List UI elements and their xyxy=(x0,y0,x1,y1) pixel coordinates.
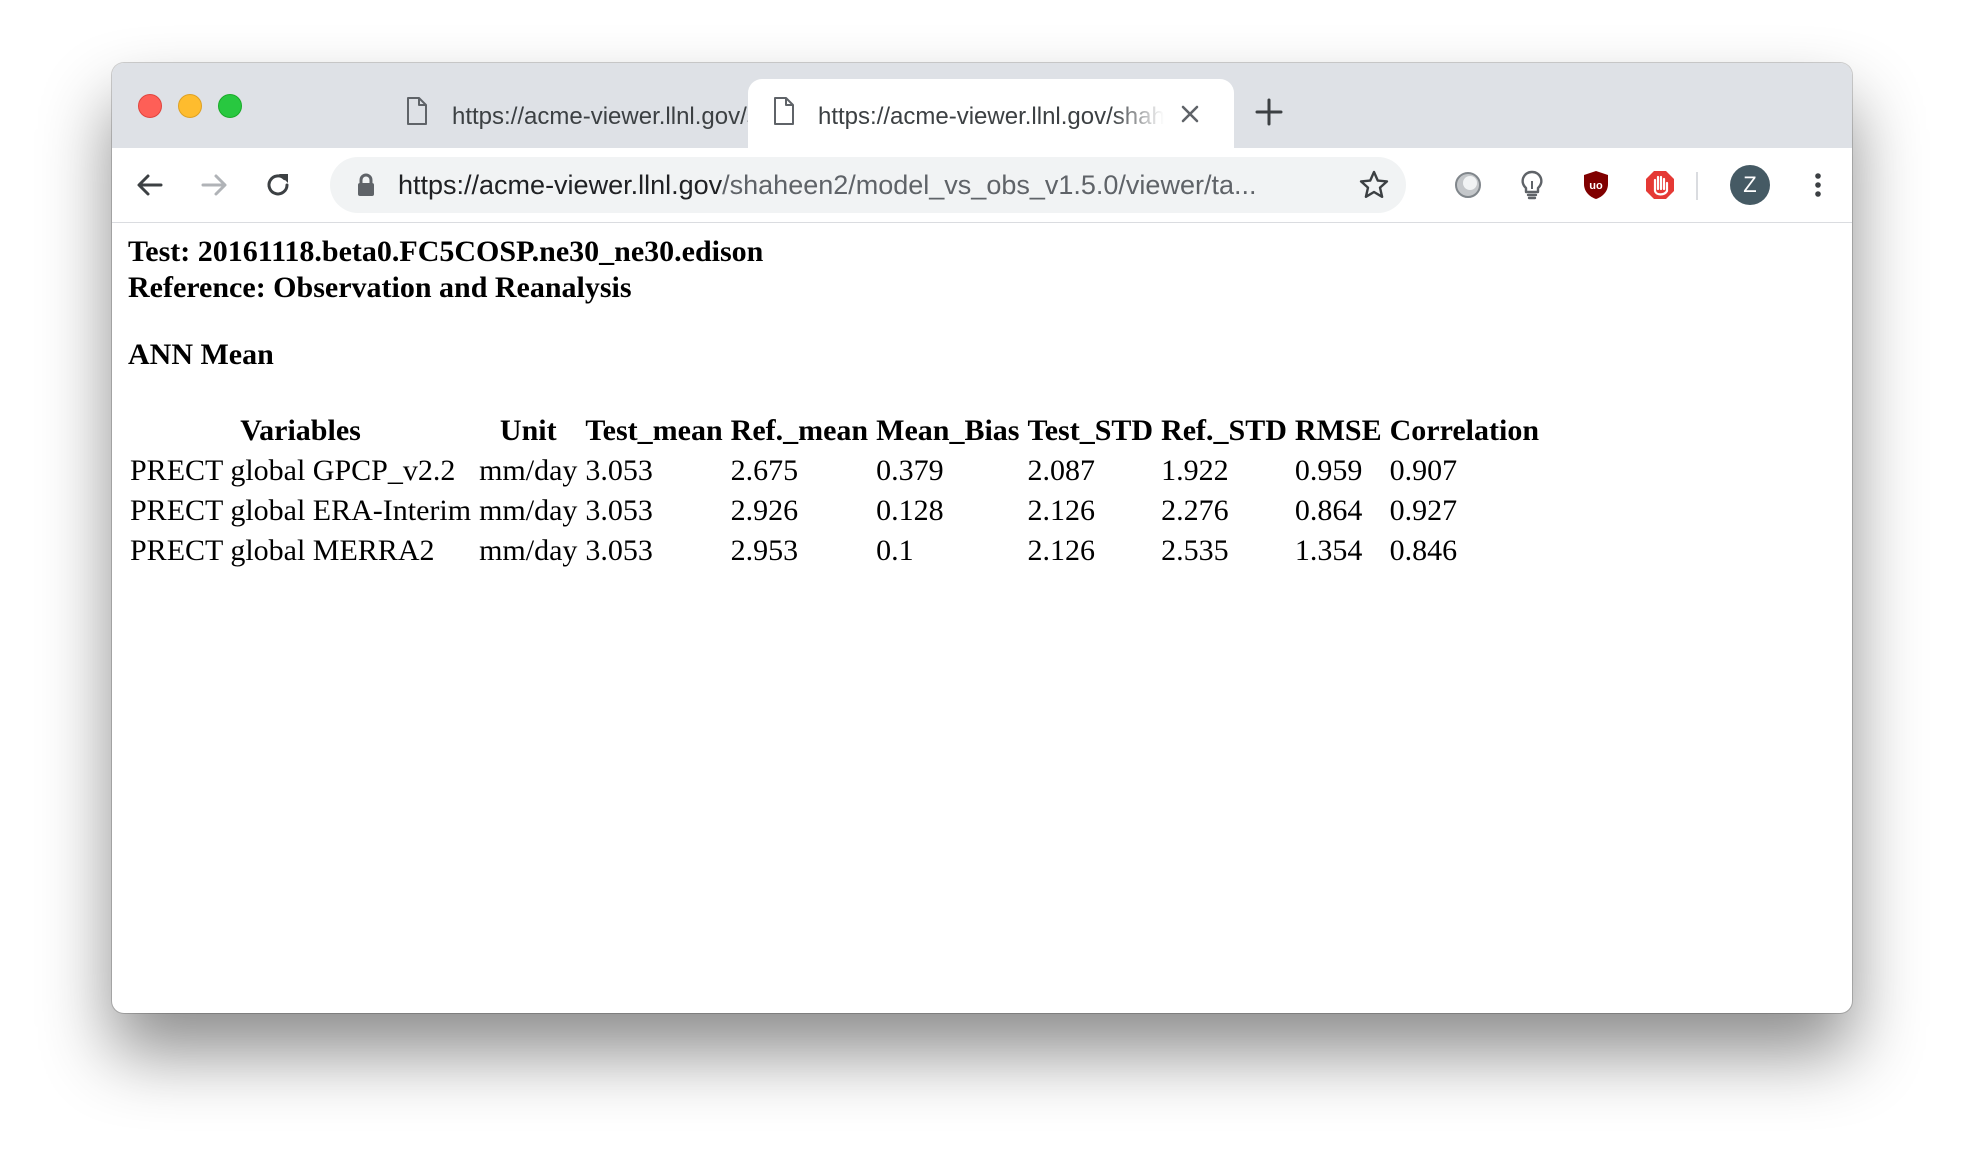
table-cell: PRECT global ERA-Interim xyxy=(130,494,472,527)
table-cell: PRECT global MERRA2 xyxy=(130,534,435,567)
toolbar: https://acme-viewer.llnl.gov/shaheen2/mo… xyxy=(112,148,1852,223)
back-arrow-icon[interactable] xyxy=(134,169,166,201)
column-header: RMSE xyxy=(1294,414,1382,447)
zoom-window-button[interactable] xyxy=(218,94,242,118)
table-header-row: Variables Unit Test_mean Ref._mean Mean_… xyxy=(128,413,1541,449)
table-cell: 2.675 xyxy=(730,454,799,487)
table-cell: 0.1 xyxy=(876,534,914,567)
table-cell: 2.276 xyxy=(1161,494,1229,527)
table-cell: 0.379 xyxy=(876,454,944,487)
lock-icon[interactable] xyxy=(354,172,378,198)
statistics-table: Variables Unit Test_mean Ref._mean Mean_… xyxy=(124,409,1545,573)
close-window-button[interactable] xyxy=(138,94,162,118)
extension-icon[interactable] xyxy=(1452,169,1484,201)
toolbar-divider xyxy=(1696,172,1698,200)
table-row: PRECT global GPCP_v2.2 mm/day 3.053 2.67… xyxy=(128,453,1541,489)
table-row: PRECT global MERRA2 mm/day 3.053 2.953 0… xyxy=(128,533,1541,569)
table-cell: 0.959 xyxy=(1294,454,1363,487)
tab-title: https://acme-viewer.llnl.gov/shaheen2/mo… xyxy=(452,103,798,130)
lightbulb-icon[interactable] xyxy=(1516,169,1548,201)
tab-2[interactable]: https://acme-viewer.llnl.gov/shaheen2/mo… xyxy=(748,79,1234,148)
reference-heading: Reference: Observation and Reanalysis xyxy=(128,271,632,304)
tab-1[interactable]: https://acme-viewer.llnl.gov/shaheen2/mo… xyxy=(282,79,833,148)
column-header: Mean_Bias xyxy=(876,414,1020,447)
url-host: https://acme-viewer.llnl.gov xyxy=(398,170,723,200)
table-cell: 0.927 xyxy=(1389,494,1458,527)
table-cell: 3.053 xyxy=(585,494,653,527)
table-cell: 2.535 xyxy=(1161,534,1229,567)
table-cell: mm/day xyxy=(479,494,578,527)
table-cell: mm/day xyxy=(479,534,578,567)
page-content: Test: 20161118.beta0.FC5COSP.ne30_ne30.e… xyxy=(112,223,1852,1013)
table-cell: 0.864 xyxy=(1294,494,1363,527)
table-cell: 0.128 xyxy=(876,494,944,527)
ublock-icon[interactable]: uo xyxy=(1580,169,1612,201)
table-cell: 2.126 xyxy=(1027,534,1095,567)
table-cell: 3.053 xyxy=(585,454,653,487)
column-header: Ref._mean xyxy=(730,414,869,447)
table-cell: 2.087 xyxy=(1027,454,1095,487)
document-icon xyxy=(407,97,427,125)
column-header: Test_mean xyxy=(585,414,723,447)
table-row: PRECT global ERA-Interim mm/day 3.053 2.… xyxy=(128,493,1541,529)
table-cell: 3.053 xyxy=(585,534,653,567)
table-cell: 2.126 xyxy=(1027,494,1095,527)
menu-dots-icon[interactable] xyxy=(1802,169,1834,201)
close-tab-icon[interactable] xyxy=(1178,102,1202,126)
svg-text:uo: uo xyxy=(1589,180,1603,192)
reload-icon[interactable] xyxy=(262,169,294,201)
table-cell: 2.926 xyxy=(730,494,799,527)
tab-strip: https://acme-viewer.llnl.gov/shaheen2/mo… xyxy=(112,63,1852,148)
hand-stop-icon[interactable] xyxy=(1644,169,1676,201)
test-heading: Test: 20161118.beta0.FC5COSP.ne30_ne30.e… xyxy=(128,235,764,268)
column-header: Ref._STD xyxy=(1161,414,1287,447)
forward-arrow-icon[interactable] xyxy=(198,169,230,201)
minimize-window-button[interactable] xyxy=(178,94,202,118)
star-icon[interactable] xyxy=(1358,169,1390,201)
column-header: Correlation xyxy=(1389,414,1540,447)
table-cell: 0.907 xyxy=(1389,454,1458,487)
url-path: /shaheen2/model_vs_obs_v1.5.0/viewer/ta.… xyxy=(722,170,1257,200)
tab-title: https://acme-viewer.llnl.gov/shaheen2/mo… xyxy=(818,103,1164,130)
section-title: ANN Mean xyxy=(128,338,274,371)
table-cell: mm/day xyxy=(479,454,578,487)
document-icon xyxy=(774,97,794,125)
table-cell: 1.922 xyxy=(1161,454,1229,487)
table-cell: 1.354 xyxy=(1294,534,1363,567)
address-bar[interactable]: https://acme-viewer.llnl.gov/shaheen2/mo… xyxy=(330,157,1406,213)
column-header: Test_STD xyxy=(1027,414,1154,447)
new-tab-icon[interactable] xyxy=(1254,97,1284,127)
column-header: Variables xyxy=(240,414,361,447)
profile-avatar[interactable]: Z xyxy=(1730,165,1770,205)
browser-window: https://acme-viewer.llnl.gov/shaheen2/mo… xyxy=(112,63,1852,1013)
table-cell: PRECT global GPCP_v2.2 xyxy=(130,454,456,487)
column-header: Unit xyxy=(499,414,557,447)
url-text[interactable]: https://acme-viewer.llnl.gov/shaheen2/mo… xyxy=(398,170,1256,201)
table-cell: 0.846 xyxy=(1389,534,1458,567)
table-cell: 2.953 xyxy=(730,534,799,567)
